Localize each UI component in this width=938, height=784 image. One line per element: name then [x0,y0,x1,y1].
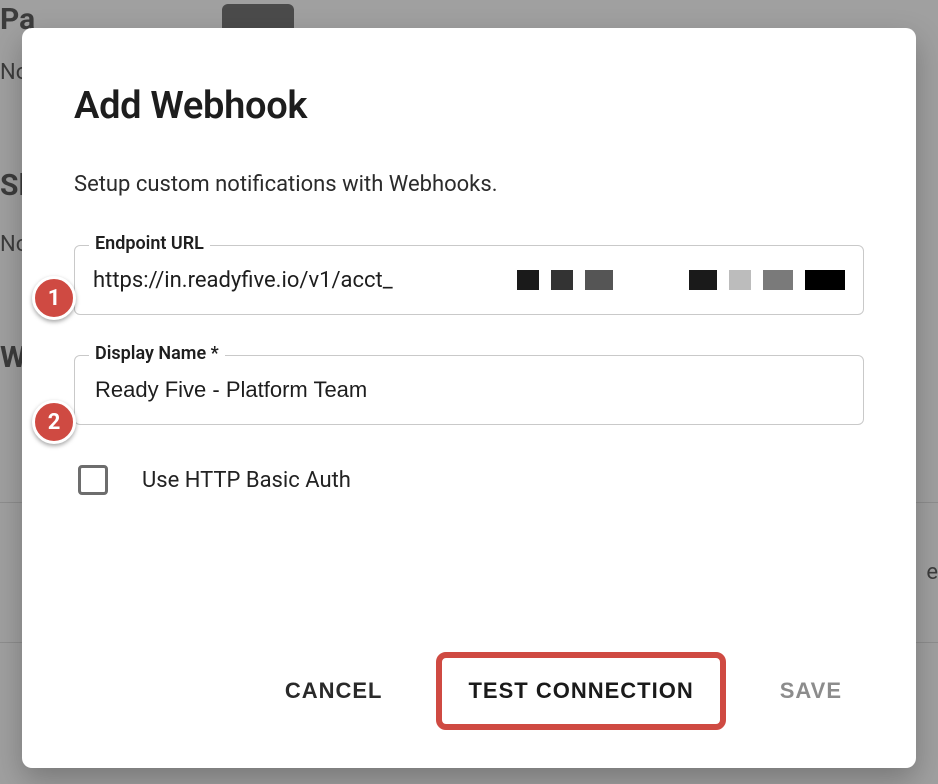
endpoint-url-value-row: https://in.readyfive.io/v1/acct_ [93,268,845,293]
test-connection-button[interactable]: TEST CONNECTION [436,652,725,730]
redaction-block [729,270,751,290]
endpoint-url-label: Endpoint URL [89,233,210,254]
redaction-block [585,270,613,290]
endpoint-url-field[interactable]: Endpoint URL https://in.readyfive.io/v1/… [74,245,864,315]
redaction-block [805,270,845,290]
callout-marker-1: 1 [32,276,76,320]
save-button[interactable]: SAVE [762,658,860,724]
basic-auth-label: Use HTTP Basic Auth [142,468,351,493]
endpoint-url-prefix: https://in.readyfive.io/v1/acct_ [93,268,393,293]
basic-auth-checkbox[interactable] [78,465,108,495]
redaction-block [689,270,717,290]
display-name-input[interactable] [93,376,845,404]
add-webhook-modal: Add Webhook Setup custom notifications w… [22,28,916,768]
redaction-block [763,270,793,290]
callout-marker-2: 2 [32,400,76,444]
basic-auth-row[interactable]: Use HTTP Basic Auth [78,465,864,495]
cancel-button[interactable]: CANCEL [267,658,401,724]
modal-title: Add Webhook [74,84,864,128]
endpoint-url-redacted [517,270,845,290]
redaction-block [517,270,539,290]
display-name-field[interactable]: Display Name * [74,355,864,425]
modal-subtitle: Setup custom notifications with Webhooks… [74,172,864,197]
redaction-block [551,270,573,290]
modal-actions: CANCEL TEST CONNECTION SAVE [267,652,860,730]
display-name-label: Display Name * [89,343,225,364]
